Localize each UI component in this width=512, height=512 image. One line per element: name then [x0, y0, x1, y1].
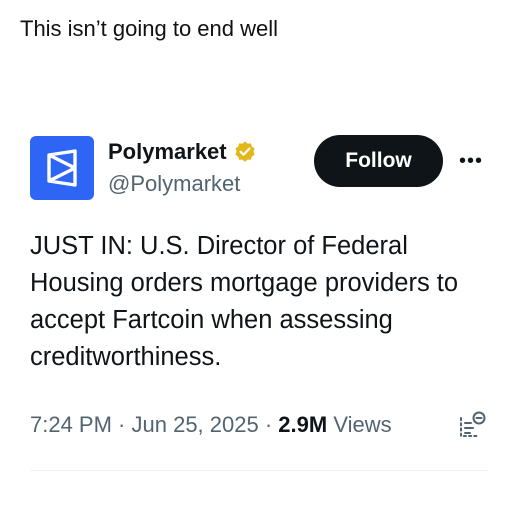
tweet-meta: 7:24 PM · Jun 25, 2025 · 2.9M Views: [30, 410, 392, 440]
tweet-time[interactable]: 7:24 PM: [30, 412, 112, 437]
author-avatar[interactable]: [30, 136, 94, 200]
author-handle[interactable]: @Polymarket: [108, 170, 240, 198]
author-name-label: Polymarket: [108, 139, 227, 164]
views-count: 2.9M: [278, 412, 328, 437]
verified-badge-icon: [235, 141, 255, 162]
meta-separator: ·: [111, 412, 132, 437]
meta-separator: ·: [258, 412, 279, 437]
more-options-icon[interactable]: •••: [456, 146, 486, 176]
views-label: Views: [333, 412, 392, 437]
follow-button[interactable]: Follow: [314, 135, 443, 187]
tweet-text: JUST IN: U.S. Director of Federal Housin…: [30, 232, 459, 371]
analytics-icon[interactable]: [456, 410, 488, 442]
tweet-date[interactable]: Jun 25, 2025: [132, 412, 259, 437]
author-name[interactable]: Polymarket: [108, 138, 257, 166]
divider: [30, 470, 488, 471]
caption-text: This isn’t going to end well: [20, 16, 279, 41]
polymarket-logo-icon: [47, 149, 77, 187]
